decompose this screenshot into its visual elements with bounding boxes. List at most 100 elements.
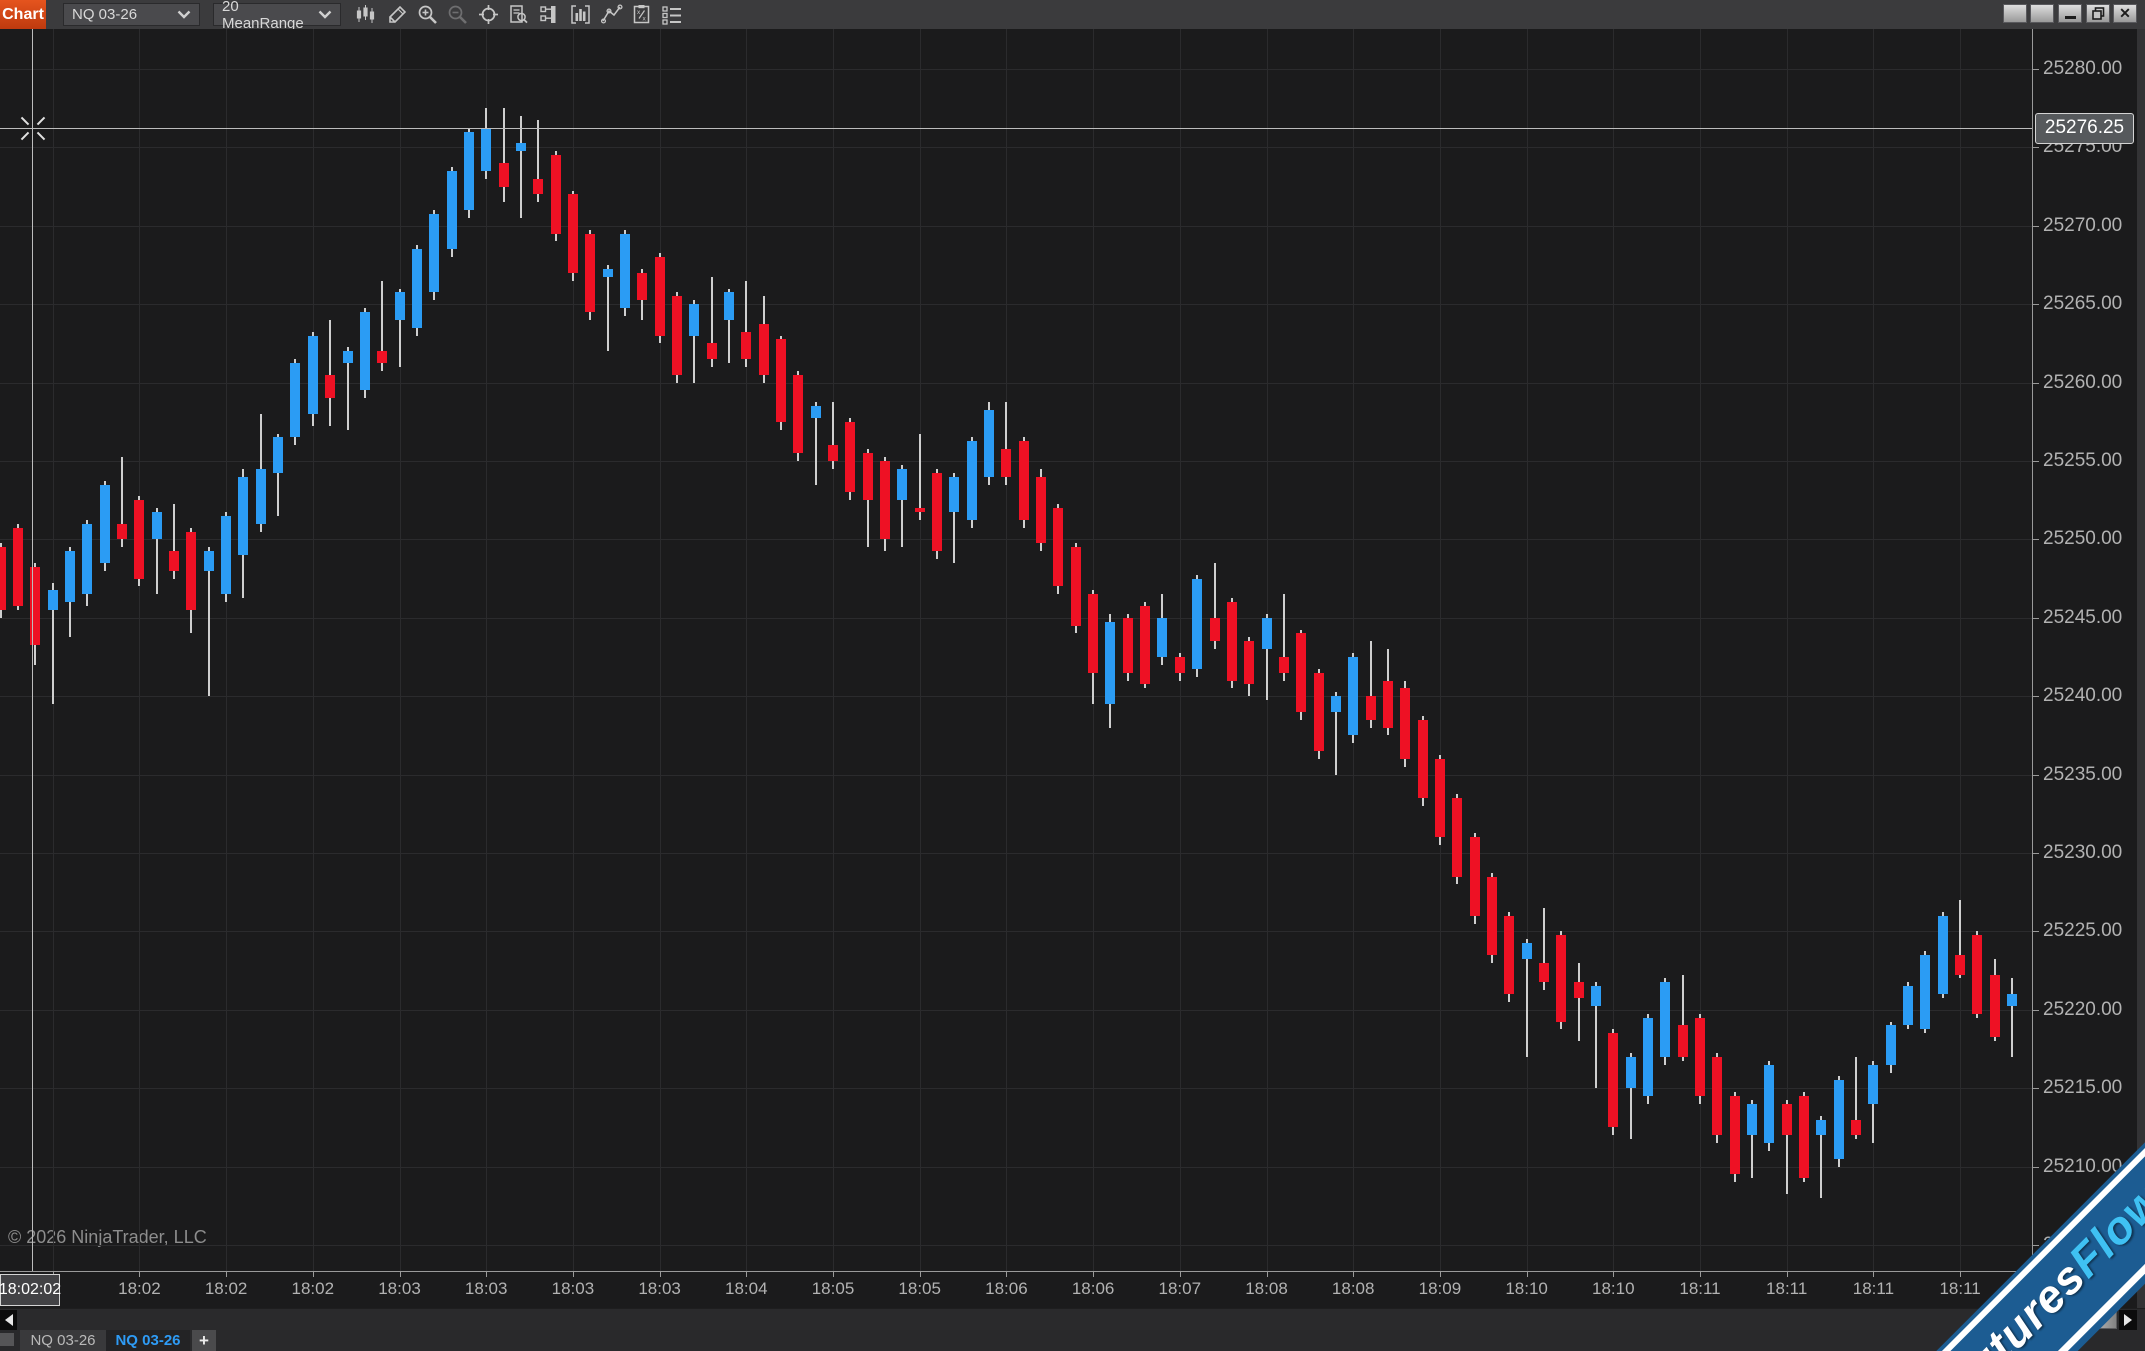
candle-up: [395, 292, 405, 319]
interval-link-button[interactable]: [2030, 4, 2054, 23]
candle-down: [1678, 1025, 1688, 1056]
candle-wick: [329, 320, 331, 426]
price-tick: [2033, 461, 2039, 462]
candle-down: [776, 339, 786, 421]
candle-up: [2007, 994, 2017, 1006]
properties-button[interactable]: [658, 2, 685, 27]
candle-down: [1383, 681, 1393, 728]
indicators-button[interactable]: [567, 2, 594, 27]
candle-down: [1452, 798, 1462, 876]
horizontal-gridline: [0, 304, 2032, 305]
horizontal-gridline: [0, 1088, 2032, 1089]
zoom-out-icon: [447, 4, 468, 25]
horizontal-gridline: [0, 226, 2032, 227]
tab-scroll-grip[interactable]: [0, 1333, 14, 1346]
chart-plot-area[interactable]: © 2026 NinjaTrader, LLC: [0, 29, 2032, 1271]
time-tick: [139, 1272, 140, 1277]
candle-down: [1608, 1033, 1618, 1127]
price-tick-label: 25280.00: [2043, 58, 2122, 80]
horizontal-gridline: [0, 69, 2032, 70]
time-tick-label: 18:03: [638, 1279, 681, 1299]
candle-down: [759, 324, 769, 375]
candle-wick: [520, 116, 522, 218]
candle-wick: [919, 434, 921, 520]
data-box-icon: [508, 4, 529, 25]
time-tick: [226, 1272, 227, 1277]
candle-down: [1539, 963, 1549, 983]
tab-nq-03-26-active[interactable]: NQ 03-26: [106, 1330, 190, 1351]
time-tick: [1787, 1272, 1788, 1277]
zoom-out-button[interactable]: [444, 2, 471, 27]
time-tick-label: 18:07: [1159, 1279, 1202, 1299]
price-tick-label: 25220.00: [2043, 999, 2122, 1021]
candle-down: [1296, 633, 1306, 711]
price-tick: [2033, 1010, 2039, 1011]
horizontal-gridline: [0, 618, 2032, 619]
scroll-right-button[interactable]: [2119, 1310, 2137, 1330]
chart-style-button[interactable]: [352, 2, 379, 27]
candle-down: [1036, 477, 1046, 544]
horizontal-gridline: [0, 147, 2032, 148]
candle-down: [707, 343, 717, 359]
drawing-pencil-icon: [387, 4, 408, 25]
tab-nq-03-26-inactive[interactable]: NQ 03-26: [20, 1330, 106, 1351]
close-button[interactable]: ✕: [2113, 4, 2137, 23]
candle-down: [13, 528, 23, 606]
zoom-in-button[interactable]: [414, 2, 441, 27]
data-box-button[interactable]: [505, 2, 532, 27]
crosshair-button[interactable]: [475, 2, 502, 27]
time-axis[interactable]: 18:02:02 18:0218:0218:0218:0318:0318:031…: [0, 1271, 2032, 1308]
restore-button[interactable]: [2086, 4, 2110, 23]
candle-down: [1574, 982, 1584, 998]
scroll-left-button[interactable]: [0, 1310, 17, 1330]
candle-up: [1192, 579, 1202, 669]
candle-up: [1903, 986, 1913, 1025]
drawing-pencil-button[interactable]: [384, 2, 411, 27]
candle-wick: [503, 108, 505, 202]
horizontal-scrollbar[interactable]: [0, 1308, 2145, 1330]
toolbar: Chart NQ 03-26 20 MeanRange: [0, 0, 2145, 30]
candle-down: [186, 532, 196, 610]
candle-down: [1123, 618, 1133, 673]
candle-up: [1591, 986, 1601, 1006]
candle-up: [1105, 622, 1115, 704]
price-tick: [2033, 775, 2039, 776]
period-dropdown[interactable]: 20 MeanRange: [213, 3, 341, 26]
time-tick: [313, 1272, 314, 1277]
candle-up: [516, 143, 526, 151]
strategies-button[interactable]: x x: [628, 2, 655, 27]
candle-down: [880, 461, 890, 539]
candle-down: [1955, 955, 1965, 975]
candle-up: [238, 477, 248, 555]
time-tick-label: 18:11: [1679, 1279, 1720, 1299]
candle-up: [1920, 955, 1930, 1029]
add-tab-button[interactable]: +: [192, 1330, 216, 1351]
chart-style-icon: [355, 4, 376, 25]
candle-down: [0, 547, 6, 610]
drawing-tools-button[interactable]: [598, 2, 625, 27]
chart-window-tab[interactable]: Chart: [0, 0, 46, 29]
price-axis[interactable]: 25276.25 25280.0025275.0025270.0025265.0…: [2032, 29, 2145, 1271]
chart-trader-button[interactable]: [536, 2, 563, 27]
crosshair-center-mark: [20, 132, 28, 140]
candle-wick: [607, 265, 609, 351]
instrument-dropdown[interactable]: NQ 03-26: [63, 3, 200, 26]
time-tick-label: 18:04: [725, 1279, 768, 1299]
time-tick: [1353, 1272, 1354, 1277]
candle-down: [1244, 641, 1254, 684]
price-tick: [2033, 383, 2039, 384]
candle-down: [1418, 720, 1428, 798]
instrument-link-button[interactable]: [2003, 4, 2027, 23]
price-tick-label: 25260.00: [2043, 372, 2122, 394]
candle-up: [1834, 1080, 1844, 1158]
price-tick: [2033, 539, 2039, 540]
candle-down: [1210, 618, 1220, 642]
minimize-button[interactable]: [2058, 4, 2082, 23]
time-tick: [1006, 1272, 1007, 1277]
candle-up: [152, 512, 162, 539]
time-tick: [400, 1272, 401, 1277]
candle-down: [793, 375, 803, 453]
bottom-tab-bar: NQ 03-26 NQ 03-26 +: [0, 1330, 2145, 1351]
price-tick: [2033, 1167, 2039, 1168]
crosshair-horizontal-line: [0, 128, 2032, 129]
